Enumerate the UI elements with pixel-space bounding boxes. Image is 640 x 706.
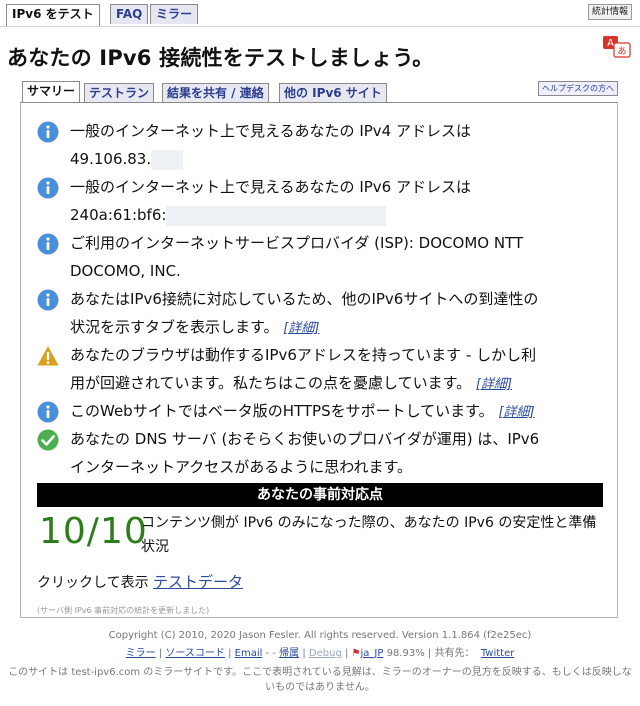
svg-text:A: A xyxy=(607,38,614,49)
mirror-disclaimer: このサイトは test-ipv6.com のミラーサイトです。ここで表明されてい… xyxy=(8,667,632,693)
info-icon xyxy=(37,289,59,311)
readiness-score: 10/10 xyxy=(39,511,148,552)
locale-link[interactable]: ja_JP xyxy=(361,648,384,659)
details-link[interactable]: [詳細] xyxy=(498,405,534,420)
debug-link[interactable]: Debug xyxy=(309,648,342,659)
message-line: あなたのブラウザは動作するIPv6アドレスを持っています - しかし利 xyxy=(70,346,537,364)
separator: - xyxy=(272,648,276,659)
page-title: あなたの IPv6 接続性をテストしましょう。 xyxy=(7,46,434,70)
locale-percent: 98.93% xyxy=(386,648,425,659)
click-show-label: クリックして表示 xyxy=(37,575,149,591)
warning-icon xyxy=(37,346,59,366)
ipv6-address-message: 一般のインターネット上で見えるあなたの IPv6 アドレスは 240a:61:b… xyxy=(37,173,609,229)
translate-icon[interactable]: A あ xyxy=(602,35,632,59)
twitter-link[interactable]: Twitter xyxy=(481,648,515,659)
top-nav: IPv6 をテスト FAQ ミラー 統計情報 xyxy=(0,0,640,27)
footer: Copyright (C) 2010, 2020 Jason Fesler. A… xyxy=(0,627,640,695)
share-label: 共有先： xyxy=(434,648,475,659)
message-line: 一般のインターネット上で見えるあなたの IPv6 アドレスは xyxy=(70,178,471,196)
message-line: 用が回避されています。私たちはこの点を憂慮しています。 xyxy=(70,374,472,392)
info-icon xyxy=(37,177,59,199)
flag-icon: ⚑ xyxy=(351,648,361,659)
show-test-data: クリックして表示 テストデータ xyxy=(37,571,243,592)
https-beta-message: このWebサイトではベータ版のHTTPSをサポートしています。 [詳細] xyxy=(37,397,609,427)
tab-other-ipv6-sites[interactable]: 他の IPv6 サイト xyxy=(279,83,387,102)
info-icon xyxy=(37,233,59,255)
mirror-link[interactable]: ミラー xyxy=(126,648,156,659)
message-line: ご利用のインターネットサービスプロバイダ (ISP): DOCOMO NTT xyxy=(70,234,524,252)
check-icon xyxy=(37,429,59,451)
ipv4-address: 49.106.83. xyxy=(70,150,152,168)
info-icon xyxy=(37,401,59,423)
message-line: 一般のインターネット上で見えるあなたの IPv4 アドレスは xyxy=(70,122,471,140)
summary-panel: 一般のインターネット上で見えるあなたの IPv4 アドレスは 49.106.83… xyxy=(20,102,618,618)
message-line: 状況を示すタブを表示します。 xyxy=(70,318,279,336)
message-line: このWebサイトではベータ版のHTTPSをサポートしています。 xyxy=(70,402,494,420)
svg-text:あ: あ xyxy=(617,46,626,57)
source-code-link[interactable]: ソースコード xyxy=(165,648,225,659)
tab-test-ipv6[interactable]: IPv6 をテスト xyxy=(6,4,100,26)
footer-links: ミラー | ソースコード | Email - - 帰属 | Debug | ⚑j… xyxy=(125,648,515,659)
details-link[interactable]: [詳細] xyxy=(283,321,319,336)
tab-faq[interactable]: FAQ xyxy=(110,4,149,24)
test-data-link[interactable]: テストデータ xyxy=(153,573,243,591)
stats-button[interactable]: 統計情報 xyxy=(587,4,632,20)
tab-share-results[interactable]: 結果を共有 / 連絡 xyxy=(162,83,269,102)
redaction-mask xyxy=(166,205,387,226)
tab-test-run[interactable]: テストラン xyxy=(84,83,155,102)
email-link[interactable]: Email xyxy=(235,648,263,659)
stats-updated-note: (サーバ側 IPv6 事前対応の統計を更新しました) xyxy=(37,606,210,615)
ipv6-avoided-warning: あなたのブラウザは動作するIPv6アドレスを持っています - しかし利 用が回避… xyxy=(37,341,609,399)
tab-mirrors[interactable]: ミラー xyxy=(150,4,199,24)
dns-server-message: あなたの DNS サーバ (おそらくお使いのプロバイダが運用) は、IPv6 イ… xyxy=(37,425,609,481)
helpdesk-button[interactable]: ヘルプデスクの方へ xyxy=(538,81,618,96)
readiness-description: コンテンツ側が IPv6 のみになった際の、あなたの IPv6 の安定性と準備状… xyxy=(141,515,597,555)
ipv6-capable-message: あなたはIPv6接続に対応しているため、他のIPv6サイトへの到達性の 状況を示… xyxy=(37,285,609,343)
ipv4-address-message: 一般のインターネット上で見えるあなたの IPv4 アドレスは 49.106.83… xyxy=(37,117,609,173)
details-link[interactable]: [詳細] xyxy=(476,377,512,392)
redaction-mask xyxy=(151,149,184,170)
separator: - xyxy=(265,648,270,659)
message-line: あなたの DNS サーバ (おそらくお使いのプロバイダが運用) は、IPv6 xyxy=(70,430,540,448)
readiness-header: あなたの事前対応点 xyxy=(37,483,603,507)
isp-message: ご利用のインターネットサービスプロバイダ (ISP): DOCOMO NTT D… xyxy=(37,229,609,285)
attribution-link[interactable]: 帰属 xyxy=(279,648,299,659)
info-icon xyxy=(37,121,59,143)
ipv6-address: 240a:61:bf6: xyxy=(70,206,167,224)
message-line: DOCOMO, INC. xyxy=(70,262,181,280)
copyright: Copyright (C) 2010, 2020 Jason Fesler. A… xyxy=(108,630,532,641)
tab-summary[interactable]: サマリー xyxy=(22,81,81,103)
subtab-row: サマリー テストラン 結果を共有 / 連絡 他の IPv6 サイト ヘルプデスク… xyxy=(20,80,620,103)
message-line: あなたはIPv6接続に対応しているため、他のIPv6サイトへの到達性の xyxy=(70,290,539,308)
message-line: インターネットアクセスがあるように思われます。 xyxy=(70,458,413,476)
